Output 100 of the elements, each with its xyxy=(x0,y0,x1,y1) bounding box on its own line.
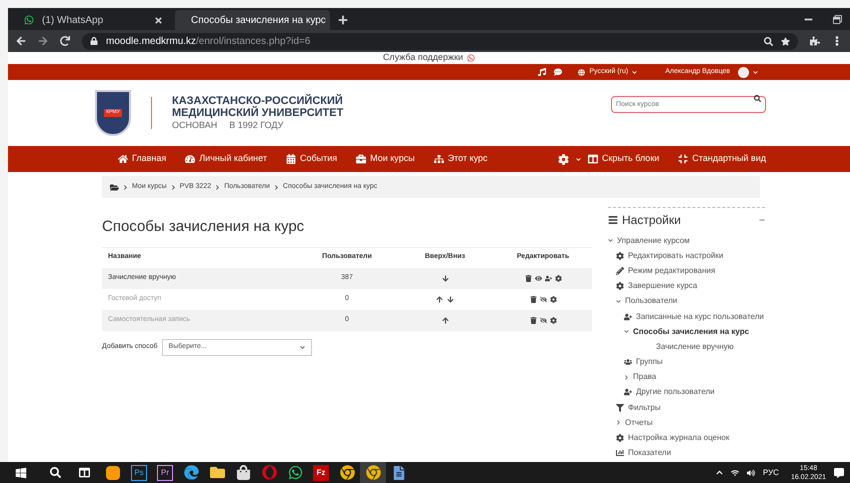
gear-icon[interactable] xyxy=(554,274,562,282)
chevron-down-icon[interactable] xyxy=(616,298,621,304)
block-title: Настройки xyxy=(622,212,681,229)
trash-icon[interactable] xyxy=(524,274,532,282)
messages-icon[interactable] xyxy=(554,68,562,76)
photoshop-icon: Ps xyxy=(131,464,147,480)
edge-icon xyxy=(184,465,198,480)
tree-item[interactable]: Права xyxy=(633,371,656,384)
search-icon[interactable] xyxy=(50,467,61,478)
network-icon[interactable] xyxy=(730,468,739,476)
university-name: МЕДИЦИНСКИЙ УНИВЕРСИТЕТ xyxy=(172,107,344,119)
tree-item[interactable]: Фильтры xyxy=(628,402,661,414)
zoom-icon[interactable] xyxy=(764,36,773,46)
avatar-icon xyxy=(738,66,749,78)
nav-link[interactable]: Этот курс xyxy=(434,152,488,166)
chevron-down-icon[interactable] xyxy=(624,329,629,334)
trash-icon[interactable] xyxy=(530,296,536,302)
browser-tab[interactable]: (1) WhatsApp xyxy=(16,10,171,30)
up-arrow-icon[interactable] xyxy=(436,296,443,302)
up-arrow-icon[interactable] xyxy=(442,316,448,324)
nav-link[interactable]: Скрыть блоки xyxy=(588,152,660,166)
gear-icon[interactable] xyxy=(550,296,556,302)
chevron-down-icon[interactable] xyxy=(608,238,613,244)
opera-icon xyxy=(262,465,276,480)
tree-item[interactable]: Отчеты xyxy=(625,416,653,429)
whatsapp-icon xyxy=(24,15,34,25)
gear-icon xyxy=(616,282,624,290)
tree-item[interactable]: Показатели xyxy=(628,447,672,460)
down-arrow-icon[interactable] xyxy=(442,274,448,282)
nav-link[interactable]: События xyxy=(286,152,338,166)
eye-slash-icon[interactable] xyxy=(540,316,546,324)
compress-icon xyxy=(678,154,688,164)
chevron-right-icon[interactable] xyxy=(616,420,621,426)
tree-item[interactable]: Группы xyxy=(636,356,663,368)
taskbar-app[interactable]: Ps xyxy=(126,462,152,483)
menu-icon xyxy=(608,215,618,225)
chevron-up-icon[interactable] xyxy=(716,469,723,476)
search-icon[interactable] xyxy=(754,94,761,102)
globe-icon xyxy=(578,68,586,76)
taskbar-app[interactable]: Fz xyxy=(308,462,334,483)
calendar-icon xyxy=(286,154,296,164)
briefcase-icon xyxy=(356,154,366,164)
support-link[interactable]: Служба поддержки xyxy=(382,51,464,65)
tab-title: Способы зачисления на курс xyxy=(191,14,326,28)
eye-icon[interactable] xyxy=(534,274,542,282)
page-title: Способы зачисления на курс xyxy=(102,217,306,237)
tree-item[interactable]: Режим редактирования xyxy=(628,264,716,277)
nav-link[interactable]: Личный кабинет xyxy=(185,152,267,166)
tree-item[interactable]: Пользователи xyxy=(625,295,678,308)
down-arrow-icon[interactable] xyxy=(447,296,454,302)
chevron-right-icon[interactable] xyxy=(624,374,629,380)
tree-item[interactable]: Настройка журнала оценок xyxy=(628,432,730,444)
browser-tab[interactable]: Способы зачисления на курс xyxy=(175,10,330,30)
notifications-icon[interactable] xyxy=(834,468,844,478)
tree-item[interactable]: Записанные на курс пользователи xyxy=(636,310,764,323)
chevron-right-icon xyxy=(123,184,128,190)
founded-text: ОСНОВАН xyxy=(172,119,218,131)
extensions-icon[interactable] xyxy=(810,36,820,46)
taskbar-app[interactable] xyxy=(360,462,386,483)
chrome-icon xyxy=(340,465,354,480)
tree-item[interactable]: Другие пользователи xyxy=(636,386,715,398)
reload-icon[interactable] xyxy=(60,36,70,46)
close-icon[interactable] xyxy=(154,16,163,24)
user-plus-icon[interactable] xyxy=(544,274,552,282)
document-icon xyxy=(392,466,406,480)
restore-icon[interactable] xyxy=(833,15,842,24)
tree-item[interactable]: Редактировать настройки xyxy=(628,250,724,262)
premiere-icon: Pr xyxy=(157,464,173,480)
tree-item[interactable]: Управление курсом xyxy=(617,234,690,247)
gear-icon[interactable] xyxy=(550,316,556,324)
pencil-icon xyxy=(616,266,624,275)
tree-item[interactable]: Завершение курса xyxy=(628,280,698,292)
forward-icon[interactable] xyxy=(38,36,48,46)
trash-icon[interactable] xyxy=(530,316,536,324)
address-bar[interactable]: moodle.medkrmu.kz/enrol/instances.php?id=6 xyxy=(82,32,798,50)
tree-item[interactable]: Способы зачисления на курс xyxy=(633,326,750,338)
nav-link[interactable]: Мои курсы xyxy=(356,152,415,166)
settings-icon[interactable] xyxy=(558,154,569,164)
nav-link[interactable]: Стандартный вид xyxy=(678,152,766,166)
chevron-right-icon xyxy=(170,184,176,190)
star-icon[interactable] xyxy=(781,36,790,46)
tree-item[interactable]: Зачисление вручную xyxy=(656,340,734,353)
caret-icon[interactable] xyxy=(576,156,581,162)
collapse-icon[interactable] xyxy=(759,217,765,223)
back-icon[interactable] xyxy=(16,36,26,46)
user-plus-icon xyxy=(624,312,632,321)
nav-link[interactable]: Главная xyxy=(118,152,166,166)
volume-icon[interactable] xyxy=(746,468,755,476)
start-icon[interactable] xyxy=(15,466,27,478)
folder-icon[interactable] xyxy=(110,182,119,192)
new-tab-icon[interactable] xyxy=(338,15,348,25)
language-indicator[interactable]: РУС xyxy=(762,466,779,478)
user-plus-icon xyxy=(624,388,632,396)
dashboard-icon xyxy=(185,154,196,164)
taskbar-app[interactable]: Pr xyxy=(152,462,178,483)
caret-icon xyxy=(753,70,758,74)
gear-icon xyxy=(616,434,624,442)
filezilla-icon: Fz xyxy=(313,464,329,480)
eye-slash-icon[interactable] xyxy=(540,296,546,302)
task-view-icon[interactable] xyxy=(79,467,90,478)
